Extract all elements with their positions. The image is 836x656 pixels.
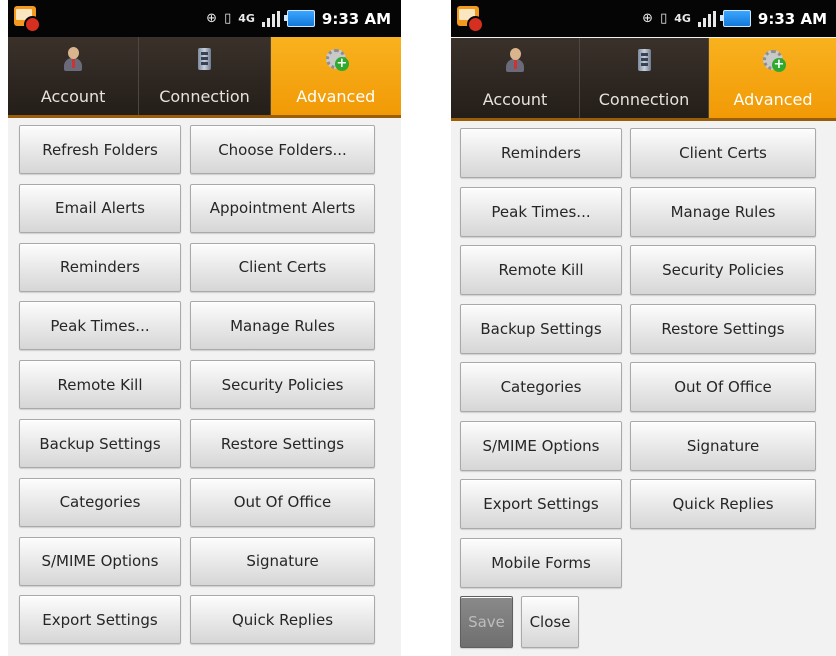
tab-account-label: Account <box>482 90 548 109</box>
gps-icon: ⊕ <box>642 11 654 26</box>
right-screen: ⊕ ▯ 4G 9:33 AM Account Connection + Adva… <box>451 0 836 656</box>
email-notification-icon <box>14 6 41 33</box>
s-mime-options-button[interactable]: S/MIME Options <box>460 420 622 471</box>
mobile-forms-button[interactable]: Mobile Forms <box>460 537 622 588</box>
person-icon <box>60 46 86 72</box>
signal-strength-icon <box>261 10 280 27</box>
tab-advanced-label: Advanced <box>733 90 813 109</box>
tab-bar: Account Connection + Advanced <box>8 37 401 115</box>
client-certs-button[interactable]: Client Certs <box>630 128 816 178</box>
person-icon <box>502 47 528 73</box>
vibrate-icon: ▯ <box>660 11 668 26</box>
refresh-folders-button[interactable]: Refresh Folders <box>19 125 181 174</box>
status-clock: 9:33 AM <box>757 9 827 28</box>
tab-bar-divider <box>451 118 836 121</box>
signature-button[interactable]: Signature <box>630 420 816 471</box>
quick-replies-button[interactable]: Quick Replies <box>630 479 816 529</box>
tab-connection[interactable]: Connection <box>139 37 271 115</box>
reminders-button[interactable]: Reminders <box>19 242 181 292</box>
tab-advanced[interactable]: + Advanced <box>709 38 836 118</box>
manage-rules-button[interactable]: Manage Rules <box>190 301 375 351</box>
out-of-office-button[interactable]: Out Of Office <box>630 362 816 412</box>
manage-rules-button[interactable]: Manage Rules <box>630 186 816 237</box>
restore-settings-button[interactable]: Restore Settings <box>630 303 816 354</box>
categories-button[interactable]: Categories <box>460 362 622 412</box>
vibrate-icon: ▯ <box>224 11 232 26</box>
email-alerts-button[interactable]: Email Alerts <box>19 183 181 233</box>
save-button[interactable]: Save <box>460 596 513 648</box>
quick-replies-button[interactable]: Quick Replies <box>190 595 375 645</box>
battery-icon <box>719 10 751 27</box>
gear-add-icon: + <box>323 46 349 72</box>
status-bar: ⊕ ▯ 4G 9:33 AM <box>8 0 401 37</box>
gps-icon: ⊕ <box>206 11 218 26</box>
remote-kill-button[interactable]: Remote Kill <box>460 245 622 295</box>
network-type-label: 4G <box>674 12 691 25</box>
close-button[interactable]: Close <box>521 596 579 648</box>
connection-icon <box>631 47 657 73</box>
left-screen: ⊕ ▯ 4G 9:33 AM Account Connection + Adva… <box>8 0 401 656</box>
tab-bar: Account Connection + Advanced <box>451 38 836 118</box>
choose-folders-button[interactable]: Choose Folders... <box>190 125 375 174</box>
tab-bar-divider <box>8 115 401 118</box>
signature-button[interactable]: Signature <box>190 536 375 586</box>
status-bar: ⊕ ▯ 4G 9:33 AM <box>451 0 836 37</box>
connection-icon <box>191 46 217 72</box>
battery-icon <box>283 10 315 27</box>
email-notification-icon <box>457 6 484 33</box>
gear-add-icon: + <box>760 47 786 73</box>
categories-button[interactable]: Categories <box>19 477 181 527</box>
backup-settings-button[interactable]: Backup Settings <box>19 419 181 468</box>
export-settings-button[interactable]: Export Settings <box>19 595 181 645</box>
tab-connection-label: Connection <box>598 90 690 109</box>
peak-times-button[interactable]: Peak Times... <box>460 186 622 237</box>
export-settings-button[interactable]: Export Settings <box>460 479 622 529</box>
tab-advanced[interactable]: + Advanced <box>270 37 401 115</box>
security-policies-button[interactable]: Security Policies <box>630 245 816 295</box>
out-of-office-button[interactable]: Out Of Office <box>190 477 375 527</box>
restore-settings-button[interactable]: Restore Settings <box>190 419 375 468</box>
s-mime-options-button[interactable]: S/MIME Options <box>19 536 181 586</box>
tab-advanced-label: Advanced <box>296 87 376 106</box>
client-certs-button[interactable]: Client Certs <box>190 242 375 292</box>
tab-account-label: Account <box>40 87 106 106</box>
tab-connection-label: Connection <box>159 87 250 106</box>
appointment-alerts-button[interactable]: Appointment Alerts <box>190 183 375 233</box>
backup-settings-button[interactable]: Backup Settings <box>460 303 622 354</box>
remote-kill-button[interactable]: Remote Kill <box>19 360 181 410</box>
status-clock: 9:33 AM <box>321 9 391 28</box>
tab-account[interactable]: Account <box>8 37 140 115</box>
network-type-label: 4G <box>238 12 255 25</box>
peak-times-button[interactable]: Peak Times... <box>19 301 181 351</box>
reminders-button[interactable]: Reminders <box>460 128 622 178</box>
security-policies-button[interactable]: Security Policies <box>190 360 375 410</box>
signal-strength-icon <box>697 10 716 27</box>
tab-account[interactable]: Account <box>451 38 580 118</box>
tab-connection[interactable]: Connection <box>580 38 709 118</box>
